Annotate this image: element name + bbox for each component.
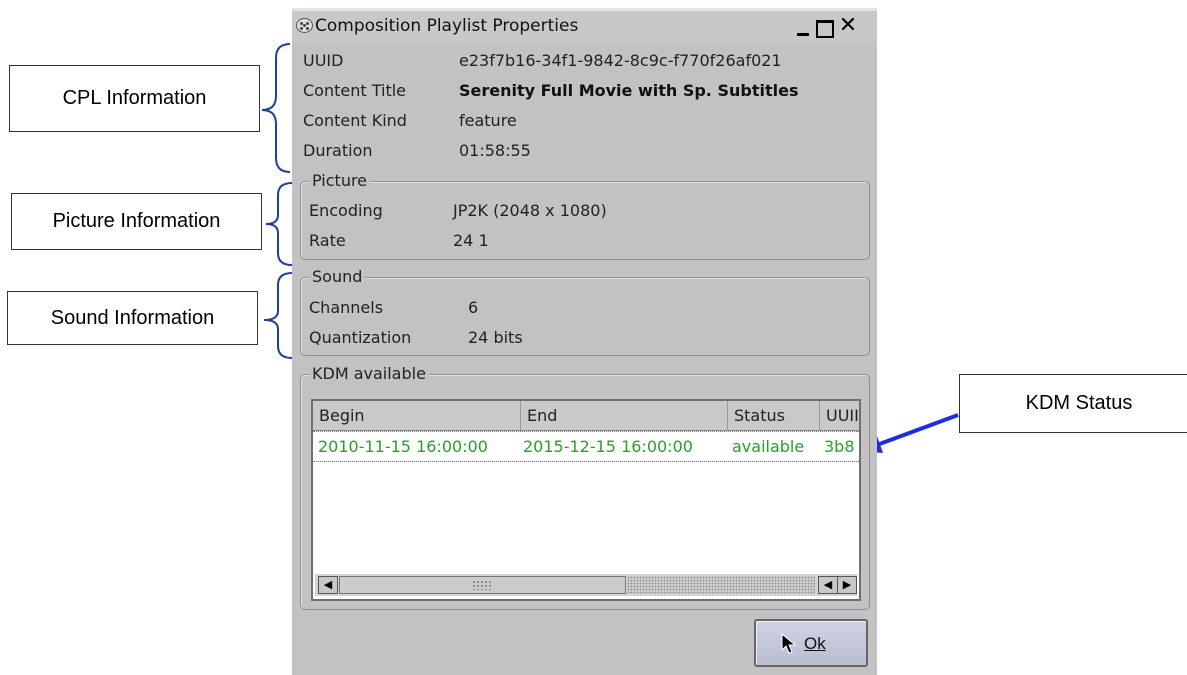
encoding-value: JP2K (2048 x 1080) xyxy=(453,201,607,220)
column-header-end[interactable]: End xyxy=(521,401,728,431)
scroll-right-icon[interactable]: ▶ xyxy=(837,576,857,594)
kdm-table-header: Begin End Status UUII xyxy=(313,401,859,431)
scrollbar-track[interactable] xyxy=(627,576,815,594)
content-title-value: Serenity Full Movie with Sp. Subtitles xyxy=(459,81,799,100)
ok-button[interactable]: Ok xyxy=(754,619,868,667)
column-header-begin[interactable]: Begin xyxy=(313,401,521,431)
column-header-status[interactable]: Status xyxy=(728,401,820,431)
cpl-information-label: CPL Information xyxy=(62,87,207,109)
encoding-label: Encoding xyxy=(309,201,383,220)
sound-group-title: Sound xyxy=(309,267,366,286)
channels-value: 6 xyxy=(468,298,479,317)
cpl-information-callout: CPL Information xyxy=(9,65,260,132)
picture-information-callout: Picture Information xyxy=(11,193,262,250)
kdm-status-label: KDM Status xyxy=(1025,392,1133,414)
content-kind-value: feature xyxy=(459,111,517,130)
quantization-label: Quantization xyxy=(309,328,412,347)
scroll-left-icon[interactable]: ◀ xyxy=(818,576,838,594)
kdm-status-cell: available xyxy=(732,437,805,456)
uuid-label: UUID xyxy=(303,51,344,70)
kdm-begin-cell: 2010-11-15 16:00:00 xyxy=(318,437,488,456)
maximize-icon[interactable] xyxy=(816,20,834,38)
column-header-uuid[interactable]: UUII xyxy=(820,401,859,431)
title-bar[interactable]: Composition Playlist Properties ✕ xyxy=(292,8,877,42)
rate-label: Rate xyxy=(309,231,346,250)
content-kind-label: Content Kind xyxy=(303,111,407,130)
duration-label: Duration xyxy=(303,141,373,160)
sound-bracket xyxy=(263,272,293,359)
picture-information-label: Picture Information xyxy=(52,210,221,232)
ok-label: Ok xyxy=(804,634,826,653)
quantization-value: 24 bits xyxy=(468,328,523,347)
close-icon[interactable]: ✕ xyxy=(839,15,857,37)
content-title-label: Content Title xyxy=(303,81,407,100)
sound-information-label: Sound Information xyxy=(50,306,215,329)
picture-group: Picture xyxy=(300,171,870,260)
channels-label: Channels xyxy=(309,298,384,317)
film-reel-icon xyxy=(296,18,313,33)
window-title: Composition Playlist Properties xyxy=(315,16,579,36)
sound-information-callout: Sound Information xyxy=(7,291,258,345)
scrollbar-thumb[interactable] xyxy=(339,576,626,594)
picture-group-title: Picture xyxy=(309,171,371,190)
kdm-group-title: KDM available xyxy=(309,364,429,383)
cpl-bracket xyxy=(261,43,291,173)
rate-value: 24 1 xyxy=(453,231,489,250)
duration-value: 01:58:55 xyxy=(459,141,531,160)
grip-icon xyxy=(472,580,492,590)
mouse-pointer-icon xyxy=(781,633,797,654)
table-row[interactable]: 2010-11-15 16:00:00 2015-12-15 16:00:00 … xyxy=(313,431,859,462)
kdm-uuid-cell: 3b8 xyxy=(824,437,855,456)
scroll-left-icon[interactable]: ◀ xyxy=(318,576,338,594)
horizontal-scrollbar[interactable]: ◀ ◀ ▶ xyxy=(315,574,857,596)
uuid-value: e23f7b16-34f1-9842-8c9c-f770f26af021 xyxy=(459,51,782,70)
cpl-properties-dialog: Composition Playlist Properties ✕ UUID e… xyxy=(292,8,877,675)
kdm-table[interactable]: Begin End Status UUII 2010-11-15 16:00:0… xyxy=(311,399,861,601)
picture-bracket xyxy=(265,182,293,266)
kdm-status-callout: KDM Status xyxy=(959,374,1187,433)
kdm-end-cell: 2015-12-15 16:00:00 xyxy=(523,437,693,456)
minimize-icon[interactable] xyxy=(794,20,812,38)
